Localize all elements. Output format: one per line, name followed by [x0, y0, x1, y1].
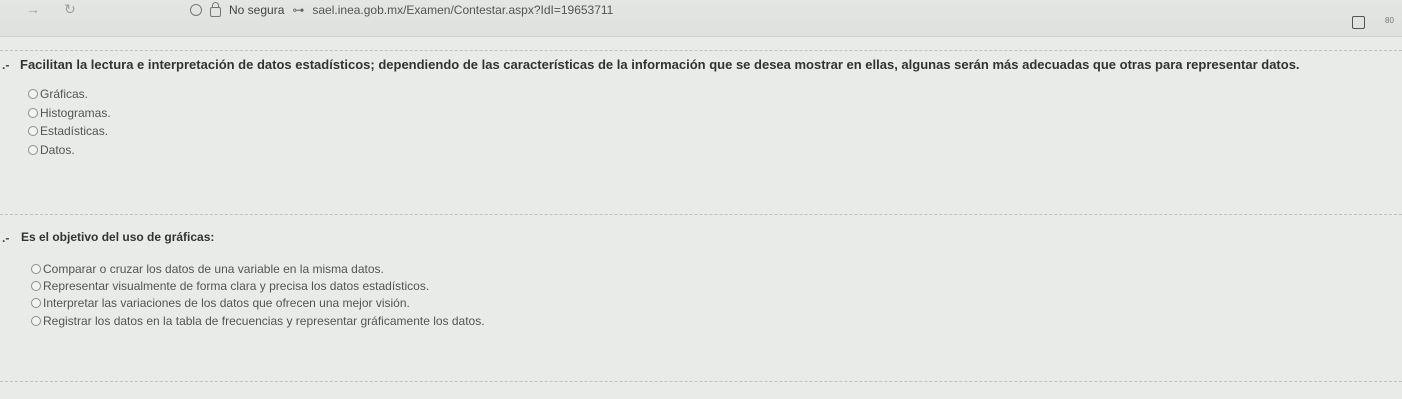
- question-text: Es el objetivo del uso de gráficas:: [21, 230, 215, 244]
- divider: [0, 214, 1402, 215]
- option-graficas[interactable]: Gráficas.: [28, 87, 88, 101]
- option-label[interactable]: Gráficas.: [40, 87, 88, 101]
- address-bar[interactable]: No segura ⊶ sael.inea.gob.mx/Examen/Cont…: [190, 2, 613, 18]
- forward-arrow-icon[interactable]: →: [26, 1, 40, 17]
- radio-button[interactable]: [31, 298, 41, 308]
- radio-button[interactable]: [28, 145, 38, 155]
- option-interpretar[interactable]: Interpretar las variaciones de los datos…: [31, 296, 410, 310]
- key-icon[interactable]: ⊶: [292, 3, 304, 17]
- divider: [0, 381, 1402, 382]
- security-label[interactable]: No segura: [229, 3, 284, 17]
- url-text[interactable]: sael.inea.gob.mx/Examen/Contestar.aspx?I…: [312, 3, 613, 17]
- radio-button[interactable]: [31, 281, 41, 291]
- question-number: .-: [2, 58, 10, 72]
- extension-icon[interactable]: [1352, 16, 1365, 29]
- radio-button[interactable]: [31, 316, 41, 326]
- option-datos[interactable]: Datos.: [28, 143, 75, 157]
- option-estadisticas[interactable]: Estadísticas.: [28, 124, 108, 138]
- radio-button[interactable]: [28, 126, 38, 136]
- option-registrar[interactable]: Registrar los datos en la tabla de frecu…: [31, 314, 485, 328]
- divider: [0, 50, 1402, 51]
- option-label[interactable]: Registrar los datos en la tabla de frecu…: [43, 314, 485, 328]
- zoom-level[interactable]: 80: [1385, 16, 1394, 25]
- browser-toolbar: → ↻ No segura ⊶ sael.inea.gob.mx/Examen/…: [0, 0, 1402, 37]
- option-representar[interactable]: Representar visualmente de forma clara y…: [31, 279, 429, 293]
- option-histogramas[interactable]: Histogramas.: [28, 106, 111, 120]
- lock-icon: [210, 2, 221, 17]
- option-label[interactable]: Comparar o cruzar los datos de una varia…: [43, 262, 384, 276]
- option-label[interactable]: Datos.: [40, 143, 75, 157]
- radio-button[interactable]: [28, 89, 38, 99]
- option-comparar[interactable]: Comparar o cruzar los datos de una varia…: [31, 262, 384, 276]
- reload-icon[interactable]: ↻: [64, 1, 76, 18]
- question-text: Facilitan la lectura e interpretación de…: [20, 57, 1300, 72]
- option-label[interactable]: Estadísticas.: [40, 124, 108, 138]
- option-label[interactable]: Interpretar las variaciones de los datos…: [43, 296, 410, 310]
- info-circle-icon[interactable]: [190, 4, 202, 16]
- radio-button[interactable]: [31, 264, 41, 274]
- radio-button[interactable]: [28, 108, 38, 118]
- question-number: .-: [2, 231, 10, 245]
- option-label[interactable]: Representar visualmente de forma clara y…: [43, 279, 429, 293]
- option-label[interactable]: Histogramas.: [40, 106, 111, 120]
